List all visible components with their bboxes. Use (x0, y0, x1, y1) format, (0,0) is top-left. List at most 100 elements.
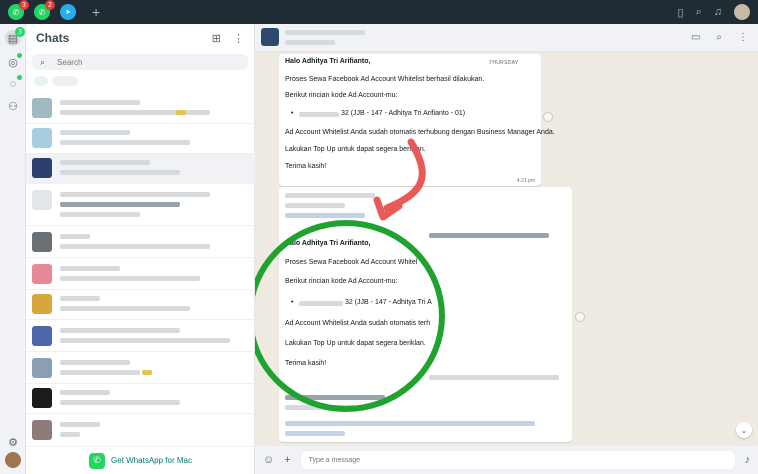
channels-dot (17, 75, 22, 80)
contact-status-blurred (285, 40, 335, 45)
message-composer: ☺ + ♪ (255, 446, 758, 474)
chat-name-blurred (60, 422, 100, 427)
get-app-label: Get WhatsApp for Mac (111, 456, 192, 465)
list-item[interactable] (26, 260, 255, 290)
conversation-header[interactable]: ▭ ⌕ ⋮ (255, 24, 758, 52)
menu-icon[interactable]: ⋮ (738, 32, 748, 43)
message-greeting: Halo Adhitya Tri Arifianto, (285, 58, 371, 65)
chat-name-blurred (60, 160, 150, 165)
app-topbar: ✆ 3 ✆ 2 ➤ + ▯ ⌕ ♫ (0, 0, 758, 24)
list-item[interactable] (26, 228, 255, 258)
code-prefix-blurred (299, 112, 339, 117)
microphone-icon[interactable]: ♪ (745, 454, 751, 466)
chat-name-blurred (60, 192, 210, 197)
list-item[interactable] (26, 154, 255, 184)
chat-avatar (32, 158, 52, 178)
unread-badge: 3 (19, 0, 29, 10)
message-line: Lakukan Top Up untuk dapat segera berikl… (285, 340, 426, 347)
message-time: 4:21 pm (516, 178, 535, 184)
telegram-tab[interactable]: ➤ (60, 4, 76, 20)
chat-name-blurred (60, 360, 130, 365)
footer-blurred (285, 405, 355, 410)
sender-blurred (285, 203, 345, 208)
forward-icon[interactable] (543, 112, 553, 122)
search-icon[interactable]: ⌕ (716, 32, 722, 43)
list-item[interactable] (26, 354, 255, 384)
filter-chip[interactable] (52, 76, 78, 86)
filter-chip[interactable] (34, 76, 48, 86)
chats-badge: 3 (15, 27, 25, 37)
message-bubble[interactable]: Halo Adhitya Tri Arifianto, THURSDAY Pro… (279, 54, 555, 186)
video-call-icon[interactable]: ▭ (691, 32, 700, 43)
list-item[interactable] (26, 124, 255, 154)
scroll-down-button[interactable]: ⌄ (736, 422, 752, 438)
status-nav-icon[interactable]: ◎ (5, 53, 22, 70)
message-line: Ad Account Whitelist Anda sudah otomatis… (285, 320, 431, 327)
menu-icon[interactable]: ⋮ (233, 32, 244, 45)
list-item[interactable] (26, 416, 255, 446)
user-avatar[interactable] (5, 452, 21, 468)
list-item[interactable] (26, 322, 255, 352)
chat-name-blurred (60, 296, 100, 301)
settings-icon[interactable]: ⚙ (5, 434, 21, 450)
bell-icon[interactable]: ♫ (714, 6, 722, 18)
chat-avatar (32, 264, 52, 284)
message-line: Lakukan Top Up untuk dapat segera berikl… (285, 146, 426, 153)
link-blurred (285, 421, 535, 426)
unread-badge: 2 (45, 0, 55, 10)
search-icon[interactable]: ⌕ (696, 6, 702, 19)
clipboard-icon[interactable]: ▯ (678, 6, 684, 19)
chat-preview-blurred (60, 400, 180, 405)
forward-icon[interactable] (575, 312, 585, 322)
add-tab-icon[interactable]: + (92, 4, 100, 20)
chat-avatar (32, 190, 52, 210)
chat-list-header: Chats ⊞ ⋮ (26, 24, 254, 52)
chat-preview-blurred (60, 338, 230, 343)
search-box[interactable]: ⌕ (32, 54, 248, 70)
chat-list-panel: Chats ⊞ ⋮ ⌕ Search ✆ Get WhatsApp for Ma… (26, 24, 255, 474)
chat-list-title: Chats (36, 31, 70, 45)
chat-preview-blurred (142, 370, 152, 375)
emoji-icon[interactable]: ☺ (263, 454, 274, 466)
list-item[interactable] (26, 94, 255, 124)
header-blurred (429, 233, 549, 238)
message-line: Ad Account Whitelist Anda sudah otomatis… (285, 129, 555, 136)
chat-name-blurred (60, 266, 120, 271)
conversation-panel: ▭ ⌕ ⋮ Halo Adhitya Tri Arifianto, THURSD… (255, 24, 758, 474)
search-input[interactable] (57, 57, 218, 67)
new-chat-icon[interactable]: ⊞ (212, 32, 221, 45)
list-item[interactable] (26, 290, 255, 320)
message-line: Proses Sewa Facebook Ad Account Whitel (285, 259, 418, 266)
contact-avatar[interactable] (261, 28, 279, 46)
whatsapp-tab-2[interactable]: ✆ 2 (34, 0, 55, 20)
search-icon: ⌕ (40, 56, 46, 67)
message-line: Terima kasih! (285, 163, 327, 170)
footer-blurred (429, 375, 559, 380)
filter-chips (26, 70, 254, 86)
chat-preview-blurred (60, 202, 180, 207)
chat-name-blurred (60, 328, 180, 333)
message-input[interactable] (300, 451, 735, 469)
chat-preview-blurred (60, 212, 140, 217)
chat-avatar (32, 128, 52, 148)
chat-preview-blurred (60, 370, 140, 375)
list-item[interactable] (26, 384, 255, 414)
chat-name-blurred (60, 100, 140, 105)
communities-nav-icon[interactable]: ⚇ (5, 98, 21, 114)
telegram-icon: ➤ (65, 9, 71, 16)
list-item[interactable] (26, 186, 255, 226)
get-app-banner[interactable]: ✆ Get WhatsApp for Mac (26, 446, 255, 474)
bullet-icon: • (291, 110, 294, 117)
chats-nav-icon[interactable]: ▤ 3 (5, 27, 25, 46)
profile-avatar[interactable] (734, 4, 750, 20)
status-dot (17, 53, 22, 58)
chat-avatar (32, 294, 52, 314)
channels-nav-icon[interactable]: ◌ (5, 75, 22, 92)
whatsapp-tab-1[interactable]: ✆ 3 (8, 0, 29, 20)
attach-plus-icon[interactable]: + (284, 454, 290, 466)
message-bubble[interactable]: Halo Adhitya Tri Arifianto, Proses Sewa … (279, 187, 572, 442)
chat-avatar (32, 388, 52, 408)
whatsapp-icon: ✆ (12, 7, 20, 17)
chat-name-blurred (60, 130, 130, 135)
ad-account-code: 32 (JJB - 147 - Adhitya Tri Arifianto - … (341, 110, 466, 117)
